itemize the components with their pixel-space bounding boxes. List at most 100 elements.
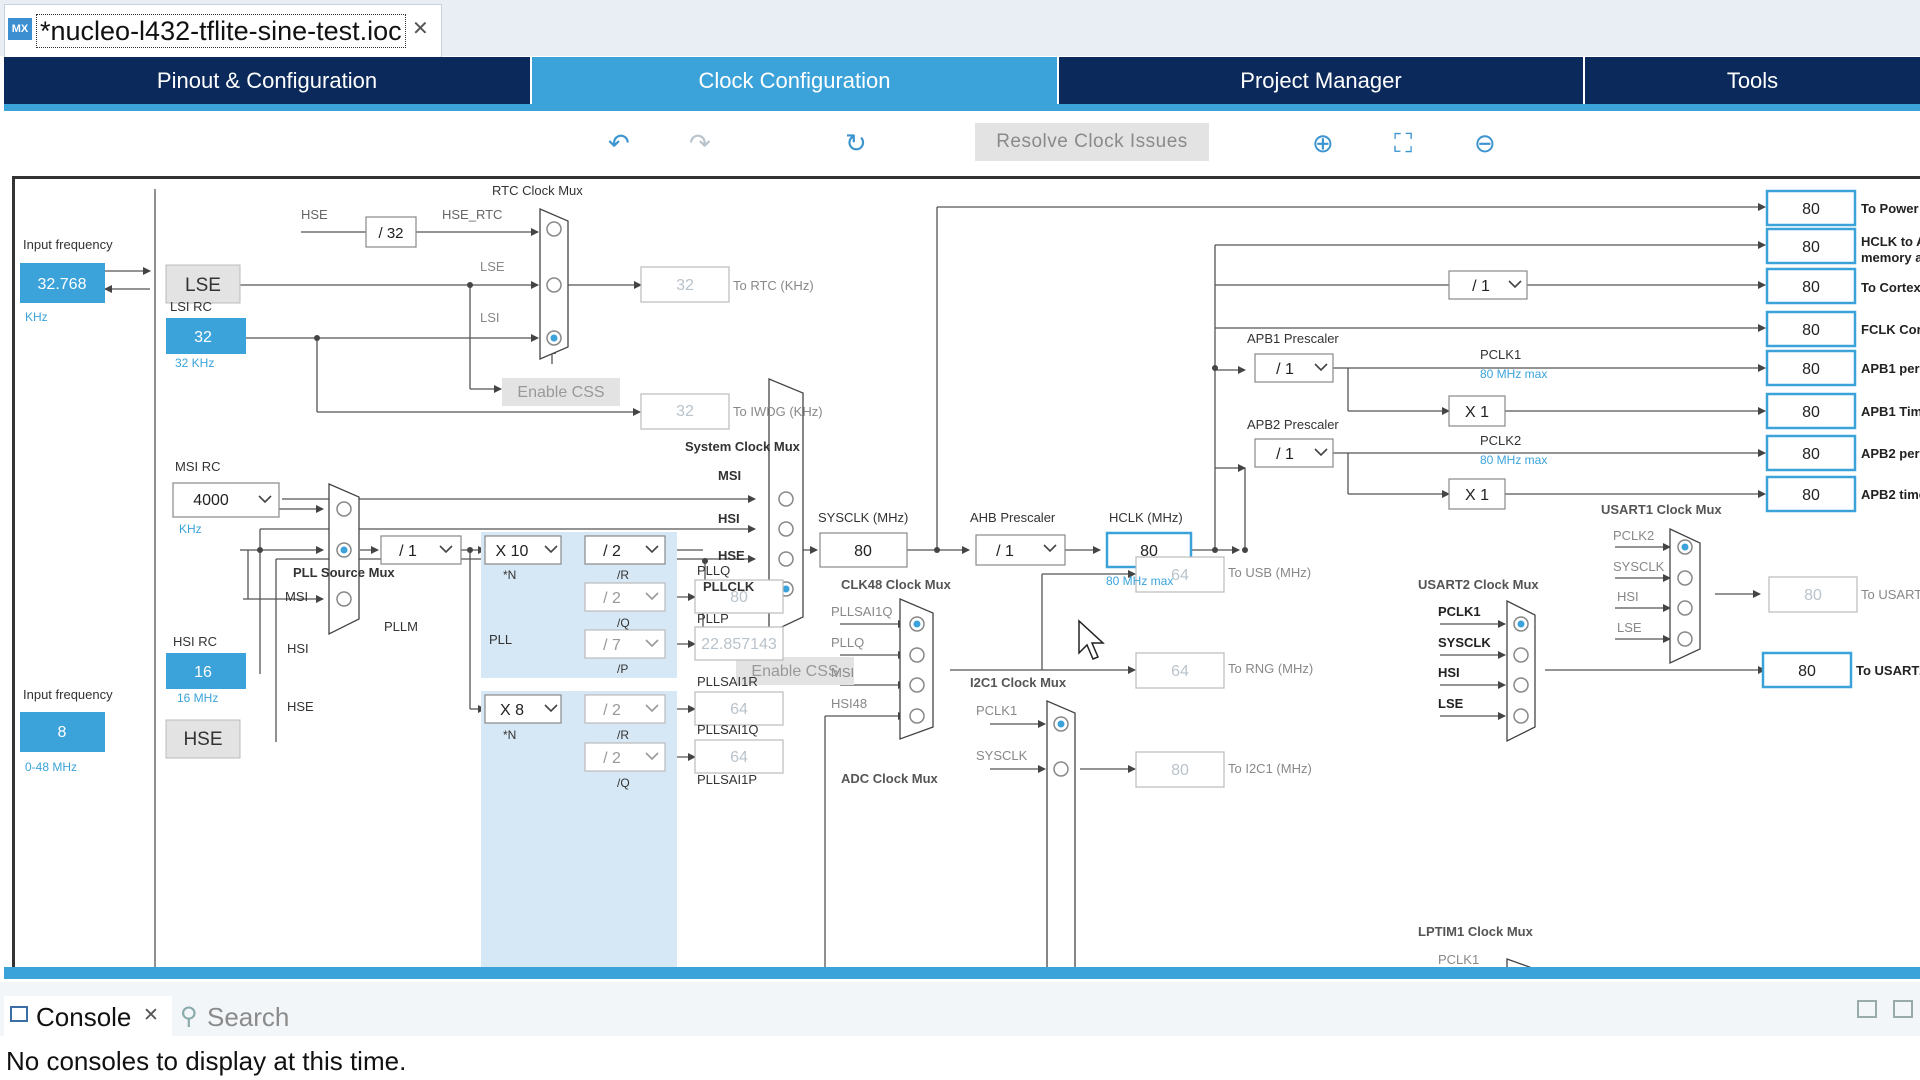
pclk2-max: 80 MHz max (1480, 453, 1547, 467)
apb2-prescaler-label: APB2 Prescaler (1247, 417, 1339, 432)
sys-mux-radio-hsi[interactable] (778, 521, 794, 537)
lptim1-in1: PCLK1 (1438, 952, 1479, 967)
file-tab-title[interactable]: *nucleo-l432-tflite-sine-test.ioc (36, 14, 406, 48)
apb2-prescaler-value: / 1 (1276, 446, 1294, 463)
redo-icon[interactable]: ↷ (689, 128, 711, 159)
display-console-icon[interactable] (1893, 1000, 1913, 1018)
hsi-unit: 16 MHz (177, 691, 218, 705)
close-icon[interactable]: ✕ (412, 16, 429, 41)
hse-input-unit: 0-48 MHz (25, 760, 77, 774)
hsi-value: 16 (194, 664, 212, 681)
sysclk-value-text: 80 (854, 543, 872, 560)
ahb-prescaler-value: / 1 (996, 543, 1014, 560)
hse-input-label: Input frequency (23, 687, 113, 702)
pclk2-label: PCLK2 (1480, 433, 1521, 448)
out-power-label: To Power (1861, 201, 1919, 216)
rtc-mux-title: RTC Clock Mux (492, 183, 583, 198)
rtc-lsi-label: LSI (480, 310, 500, 325)
pll-src-hse-label: HSE (287, 699, 314, 714)
usart2-mux-title: USART2 Clock Mux (1418, 577, 1539, 592)
undo-icon[interactable]: ↶ (608, 128, 630, 159)
usart2-in2: SYSCLK (1438, 635, 1491, 650)
tab-clock-configuration[interactable]: Clock Configuration (532, 57, 1057, 104)
fit-screen-icon[interactable]: ⛶ (1394, 128, 1412, 160)
sys-mux-radio-hse[interactable] (778, 551, 794, 567)
zoom-in-icon[interactable]: ⊕ (1312, 128, 1334, 159)
usart1-value-text: 80 (1804, 587, 1822, 604)
tab-project-manager[interactable]: Project Manager (1059, 57, 1583, 104)
usart2-radio-lse[interactable] (1513, 708, 1529, 724)
pll-src-radio-hse[interactable] (336, 591, 352, 607)
rtc-mux-radio-hse[interactable] (546, 221, 562, 237)
to-usart1-label: To USART1 (1861, 587, 1920, 602)
to-iwdg-label: To IWDG (KHz) (733, 404, 823, 419)
pllsai1-n-label: *N (503, 728, 516, 742)
pllsai1q-value-text: 64 (730, 749, 748, 766)
lse-input-value: 32.768 (38, 276, 87, 293)
i2c1-value-text: 80 (1171, 762, 1189, 779)
usart2-radio-hsi[interactable] (1513, 677, 1529, 693)
resolve-clock-issues-button[interactable]: Resolve Clock Issues (975, 123, 1209, 161)
apb1-timer-x1: X 1 (1465, 404, 1489, 421)
to-rng-label: To RNG (MHz) (1228, 661, 1313, 676)
tab-pinout-configuration[interactable]: Pinout & Configuration (4, 57, 530, 104)
out-fclk-label: FCLK Cor (1861, 322, 1920, 337)
out-apb2t-label: APB2 time (1861, 487, 1920, 502)
open-console-icon[interactable] (1857, 1000, 1877, 1018)
usart1-radio-sysclk[interactable] (1677, 570, 1693, 586)
search-tab[interactable]: Search (207, 1002, 289, 1033)
usart1-in1: PCLK2 (1613, 528, 1654, 543)
pllp-value-text: 22.857143 (701, 636, 777, 653)
usart1-in4: LSE (1617, 620, 1642, 635)
hse-div32-value: / 32 (378, 225, 403, 242)
apb1-prescaler-value: / 1 (1276, 361, 1294, 378)
sys-mux-radio-msi[interactable] (778, 491, 794, 507)
out-fclk-value-text: 80 (1802, 322, 1820, 339)
usart1-radio-lse[interactable] (1677, 631, 1693, 647)
main-nav: Pinout & Configuration Clock Configurati… (4, 57, 1920, 104)
tab-tools[interactable]: Tools (1585, 57, 1920, 104)
apb2-prescaler-select[interactable] (1254, 438, 1334, 468)
pllsai1-q-value: / 2 (603, 750, 621, 767)
clk48-radio-hsi48[interactable] (909, 708, 925, 724)
lsi-unit: 32 KHz (175, 356, 214, 370)
usart2-in1: PCLK1 (1438, 604, 1481, 619)
usart2-value-text: 80 (1798, 663, 1816, 680)
zoom-out-icon[interactable]: ⊖ (1474, 128, 1496, 159)
rtc-mux-radio-lse[interactable] (546, 277, 562, 293)
to-i2c1-label: To I2C1 (MHz) (1228, 761, 1312, 776)
usart1-radio-hsi[interactable] (1677, 600, 1693, 616)
pclk1-label: PCLK1 (1480, 347, 1521, 362)
console-icon (10, 1006, 28, 1022)
out-hclk-label2: memory a (1861, 250, 1920, 265)
out-hclk-value-text: 80 (1802, 239, 1820, 256)
sysclk-label: SYSCLK (MHz) (818, 510, 908, 525)
pllsai1-r-label: /R (617, 728, 629, 742)
usb-value-text: 64 (1171, 567, 1189, 584)
close-icon[interactable]: ✕ (143, 1004, 159, 1027)
out-apb1p-value-text: 80 (1802, 361, 1820, 378)
rtc-value-text: 32 (676, 277, 694, 294)
pll-n-label: *N (503, 568, 516, 582)
hclk-value-text: 80 (1140, 543, 1158, 560)
pll-r-value: / 2 (603, 543, 621, 560)
refresh-icon[interactable]: ↻ (845, 128, 867, 159)
iwdg-value-text: 32 (676, 403, 694, 420)
clk48-radio-msi[interactable] (909, 677, 925, 693)
i2c1-radio-sysclk[interactable] (1053, 761, 1069, 777)
clk48-in1: PLLSAI1Q (831, 604, 892, 619)
out-apb2p-label: APB2 peri (1861, 446, 1920, 461)
pll-src-radio-msi[interactable] (336, 501, 352, 517)
clock-toolbar (4, 111, 1920, 173)
lse-block-label: LSE (185, 275, 221, 296)
clk48-radio-pllq[interactable] (909, 647, 925, 663)
console-tab-label[interactable]: Console (36, 1002, 131, 1033)
apb1-prescaler-select[interactable] (1254, 353, 1334, 383)
horizontal-scrollbar[interactable] (4, 967, 1920, 979)
lse-input-unit: KHz (25, 310, 48, 324)
pllsai1r-label: PLLSAI1R (697, 674, 758, 689)
usart2-radio-sysclk[interactable] (1513, 647, 1529, 663)
pllsai1r-value-text: 64 (730, 701, 748, 718)
out-apb2t-value-text: 80 (1802, 487, 1820, 504)
ahb-prescaler-label: AHB Prescaler (970, 510, 1056, 525)
